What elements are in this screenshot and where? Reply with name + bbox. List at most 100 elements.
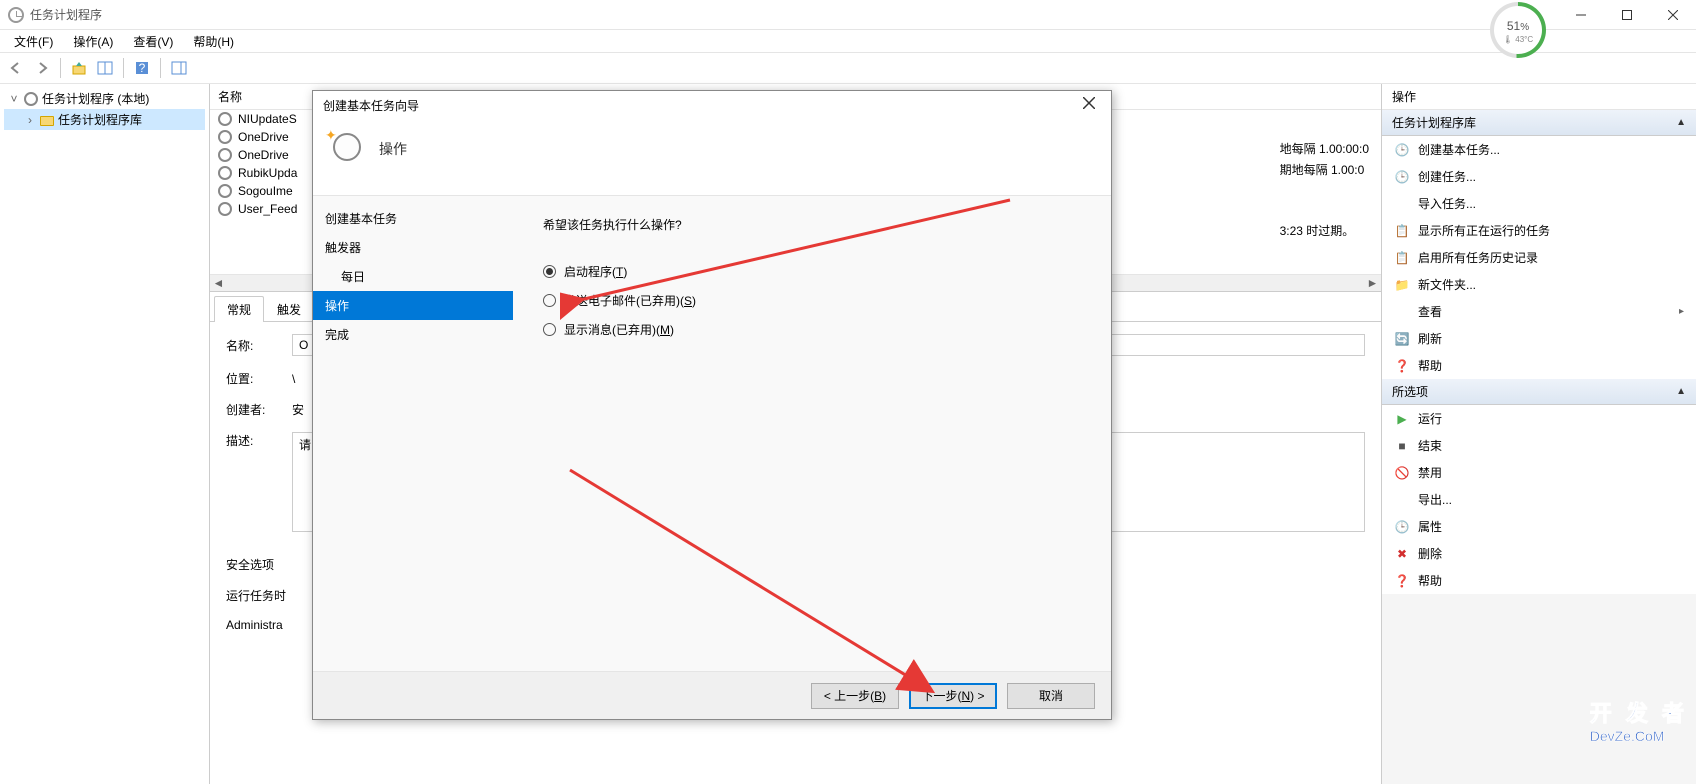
action-create-basic-task[interactable]: 🕒创建基本任务... — [1382, 136, 1696, 163]
maximize-icon — [1622, 10, 1632, 20]
wizard-step-daily[interactable]: 每日 — [313, 262, 513, 291]
minimize-button[interactable] — [1558, 0, 1604, 30]
scroll-right-icon[interactable]: ► — [1364, 276, 1381, 290]
tree-collapse-icon[interactable]: ˅ — [8, 92, 20, 106]
radio-icon[interactable] — [543, 323, 556, 336]
up-button[interactable] — [67, 56, 91, 80]
tree-panel: ˅ 任务计划程序 (本地) › 任务计划程序库 — [0, 84, 210, 784]
collapse-icon[interactable]: ▲ — [1676, 117, 1686, 128]
author-label: 创建者: — [226, 401, 276, 418]
next-button[interactable]: 下一步(N) > — [909, 683, 997, 709]
detail-pane-button[interactable] — [93, 56, 117, 80]
task-icon — [218, 184, 232, 198]
close-icon — [1083, 97, 1095, 109]
action-run[interactable]: ▶运行 — [1382, 405, 1696, 432]
cancel-button[interactable]: 取消 — [1007, 683, 1095, 709]
action-label: 删除 — [1418, 545, 1442, 562]
wizard-step-create[interactable]: 创建基本任务 — [313, 204, 513, 233]
action-disable[interactable]: 🚫禁用 — [1382, 459, 1696, 486]
location-value: \ — [292, 372, 295, 386]
toolbar: ? — [0, 52, 1696, 84]
scheduler-icon — [24, 92, 38, 106]
tree-root[interactable]: ˅ 任务计划程序 (本地) — [4, 88, 205, 109]
dialog-title-bar[interactable]: 创建基本任务向导 — [313, 91, 1111, 119]
dialog-header: ✦ 操作 — [313, 119, 1111, 196]
option-start-program[interactable]: 启动程序(T) — [543, 257, 1081, 286]
radio-icon[interactable] — [543, 294, 556, 307]
wizard-step-action[interactable]: 操作 — [313, 291, 513, 320]
maximize-button[interactable] — [1604, 0, 1650, 30]
close-button[interactable] — [1650, 0, 1696, 30]
section-label: 所选项 — [1392, 383, 1428, 400]
actions-section-library[interactable]: 任务计划程序库 ▲ — [1382, 110, 1696, 136]
action-export[interactable]: 导出... — [1382, 486, 1696, 513]
radio-icon[interactable] — [543, 265, 556, 278]
actions-section-selected[interactable]: 所选项 ▲ — [1382, 379, 1696, 405]
menu-help[interactable]: 帮助(H) — [183, 31, 244, 52]
dialog-body: 创建基本任务 触发器 每日 操作 完成 希望该任务执行什么操作? 启动程序(T)… — [313, 196, 1111, 671]
action-properties[interactable]: 🕒属性 — [1382, 513, 1696, 540]
action-pane-button[interactable] — [167, 56, 191, 80]
runas-label: 运行任务时 — [226, 587, 286, 604]
import-icon — [1394, 196, 1410, 212]
action-end[interactable]: ■结束 — [1382, 432, 1696, 459]
refresh-icon: 🔄 — [1394, 331, 1410, 347]
option-send-email[interactable]: 发送电子邮件(已弃用)(S) — [543, 286, 1081, 315]
action-view[interactable]: 查看▸ — [1382, 298, 1696, 325]
toolbar-separator — [160, 58, 161, 78]
folder-icon — [40, 116, 54, 126]
actions-header: 操作 — [1382, 84, 1696, 110]
wizard-step-trigger[interactable]: 触发器 — [313, 233, 513, 262]
action-label: 导入任务... — [1418, 195, 1476, 212]
action-label: 新文件夹... — [1418, 276, 1476, 293]
arrow-left-icon — [8, 60, 24, 76]
tree-expand-icon[interactable]: › — [24, 113, 36, 127]
menu-file[interactable]: 文件(F) — [4, 31, 63, 52]
menu-view[interactable]: 查看(V) — [123, 31, 183, 52]
help-icon: ? — [134, 60, 150, 76]
scroll-left-icon[interactable]: ◄ — [210, 276, 227, 290]
action-help[interactable]: ❓帮助 — [1382, 567, 1696, 594]
dialog-close-button[interactable] — [1077, 94, 1101, 116]
name-label: 名称: — [226, 337, 276, 354]
app-icon — [8, 7, 24, 23]
option-display-message[interactable]: 显示消息(已弃用)(M) — [543, 315, 1081, 344]
menu-action[interactable]: 操作(A) — [63, 31, 123, 52]
action-new-folder[interactable]: 📁新文件夹... — [1382, 271, 1696, 298]
clock-icon — [333, 133, 361, 161]
task-icon — [218, 148, 232, 162]
admin-label: Administra — [226, 618, 283, 632]
tree-library[interactable]: › 任务计划程序库 — [4, 109, 205, 130]
action-import-task[interactable]: 导入任务... — [1382, 190, 1696, 217]
tab-general[interactable]: 常规 — [214, 296, 264, 322]
panes-icon — [97, 60, 113, 76]
wizard-step-finish[interactable]: 完成 — [313, 320, 513, 349]
nav-back-button[interactable] — [4, 56, 28, 80]
action-refresh[interactable]: 🔄刷新 — [1382, 325, 1696, 352]
performance-inner: 51% 🌡 43°C — [1494, 6, 1542, 54]
wizard-icon: ✦ — [333, 133, 365, 165]
action-help[interactable]: ❓帮助 — [1382, 352, 1696, 379]
play-icon: ▶ — [1394, 411, 1410, 427]
back-button[interactable]: < 上一步(B) — [811, 683, 899, 709]
action-label: 创建任务... — [1418, 168, 1476, 185]
collapse-icon[interactable]: ▲ — [1676, 386, 1686, 397]
tree-library-label: 任务计划程序库 — [58, 111, 142, 128]
task-name: OneDrive — [238, 148, 289, 162]
action-delete[interactable]: ✖删除 — [1382, 540, 1696, 567]
task-name: NIUpdateS — [238, 112, 297, 126]
action-label: 帮助 — [1418, 572, 1442, 589]
help-button[interactable]: ? — [130, 56, 154, 80]
action-create-task[interactable]: 🕒创建任务... — [1382, 163, 1696, 190]
minimize-icon — [1576, 10, 1586, 20]
tab-triggers[interactable]: 触发 — [264, 296, 314, 322]
action-enable-history[interactable]: 📋启用所有任务历史记录 — [1382, 244, 1696, 271]
performance-indicator[interactable]: 51% 🌡 43°C — [1490, 2, 1546, 58]
task-icon — [218, 112, 232, 126]
window-controls — [1558, 0, 1696, 30]
author-value: 安 — [292, 401, 304, 418]
action-show-running[interactable]: 📋显示所有正在运行的任务 — [1382, 217, 1696, 244]
chevron-right-icon: ▸ — [1679, 306, 1684, 317]
folder-up-icon — [71, 60, 87, 76]
nav-forward-button[interactable] — [30, 56, 54, 80]
